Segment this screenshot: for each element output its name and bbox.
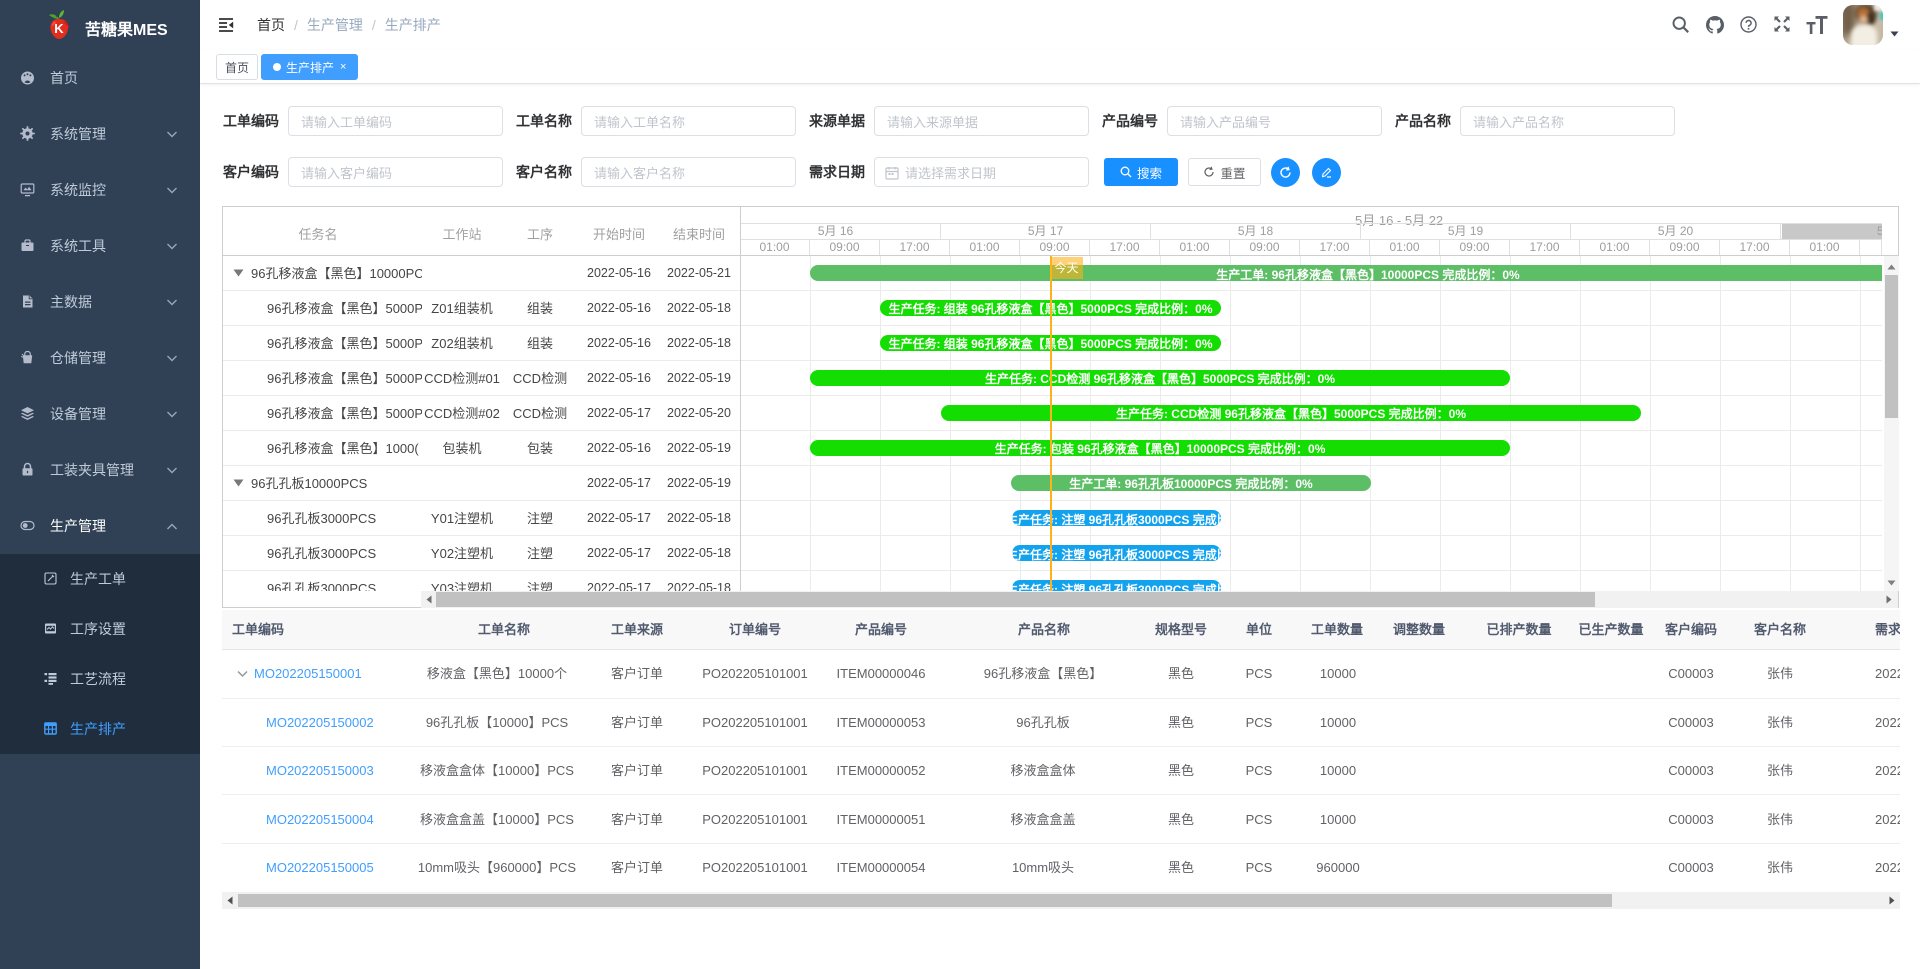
- svg-text:K: K: [54, 21, 64, 36]
